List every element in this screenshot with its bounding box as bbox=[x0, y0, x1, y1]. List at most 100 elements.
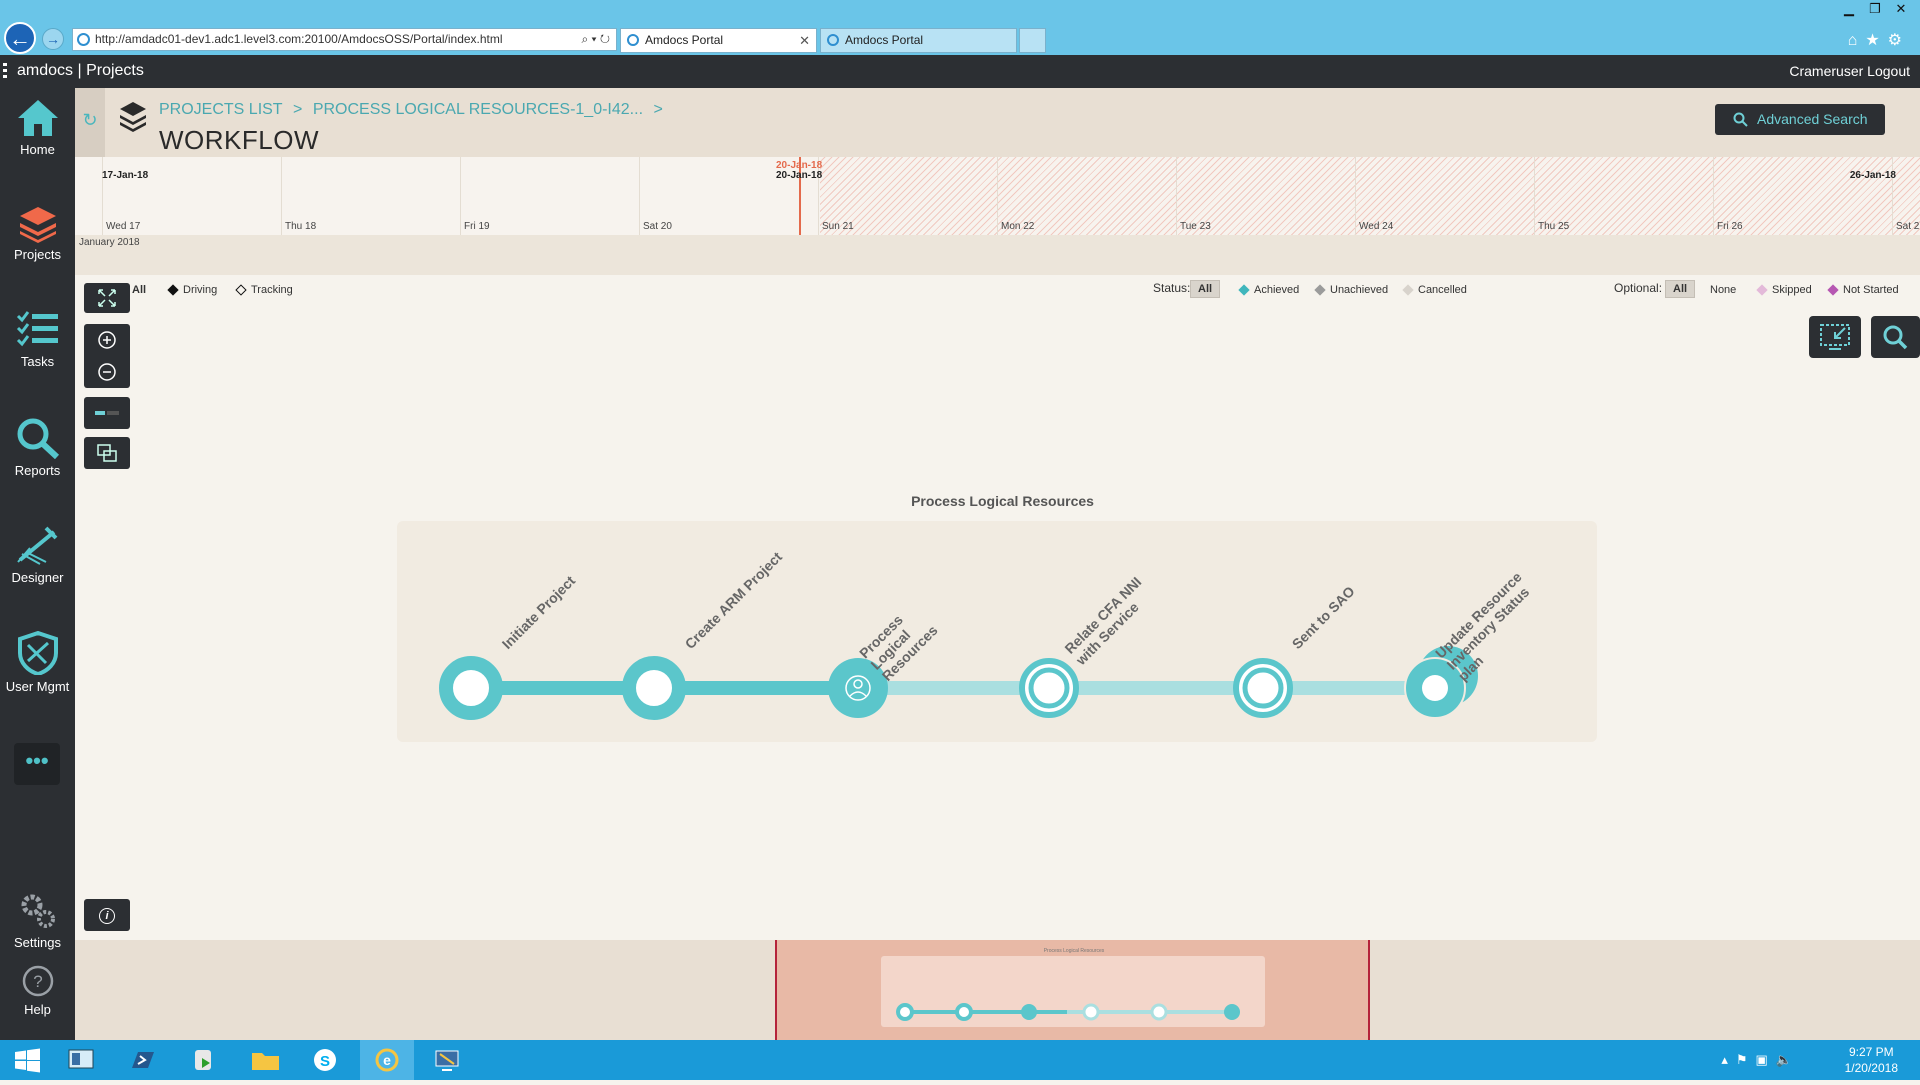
tray-flag-icon[interactable]: ⚑ bbox=[1736, 1052, 1756, 1067]
window-controls: ▁ ❐ ✕ bbox=[1836, 0, 1914, 18]
unachieved-filter[interactable]: Unachieved bbox=[1314, 284, 1388, 296]
driving-filter[interactable]: Driving bbox=[167, 284, 217, 296]
canvas-search-button[interactable] bbox=[1871, 316, 1920, 358]
timeline-day: Tue 23 bbox=[1176, 157, 1355, 235]
breadcrumb-projects-list[interactable]: PROJECTS LIST bbox=[159, 101, 283, 118]
clock-date: 1/20/2018 bbox=[1844, 1061, 1898, 1075]
sidebar-item-user-mgmt[interactable]: User Mgmt bbox=[0, 623, 75, 723]
taskbar-powershell[interactable] bbox=[116, 1040, 170, 1080]
ie-favicon-icon bbox=[627, 34, 639, 46]
breadcrumb-project[interactable]: PROCESS LOGICAL RESOURCES-1_0-I42... bbox=[313, 101, 643, 118]
tray-expand-icon[interactable]: ▴ bbox=[1721, 1052, 1736, 1067]
windows-logo-icon bbox=[15, 1048, 40, 1073]
tracking-diamond-icon bbox=[235, 284, 247, 296]
ie-favicon-icon bbox=[77, 33, 90, 46]
address-bar[interactable]: http://amdadc01-dev1.adc1.level3.com:201… bbox=[72, 28, 617, 51]
browser-tab[interactable]: Amdocs Portal bbox=[820, 28, 1017, 53]
home-icon[interactable]: ⌂ bbox=[1848, 32, 1866, 49]
type-all-filter[interactable]: All bbox=[132, 284, 146, 296]
forward-button[interactable]: → bbox=[42, 28, 64, 50]
sidebar-item-home[interactable]: Home bbox=[0, 90, 75, 190]
workflow-step-initiate-project[interactable] bbox=[439, 656, 503, 720]
back-button[interactable]: ← bbox=[4, 22, 36, 54]
page-header: ↻ PROJECTS LIST > PROCESS LOGICAL RESOUR… bbox=[75, 88, 1920, 157]
achieved-filter[interactable]: Achieved bbox=[1238, 284, 1299, 296]
not-started-filter[interactable]: Not Started bbox=[1827, 284, 1899, 296]
sidebar-item-label: Settings bbox=[14, 935, 61, 950]
tracking-filter[interactable]: Tracking bbox=[235, 284, 293, 296]
minimize-view-button[interactable] bbox=[1809, 316, 1861, 358]
new-tab-button[interactable] bbox=[1019, 28, 1046, 53]
sidebar-item-projects[interactable]: Projects bbox=[0, 195, 75, 295]
workflow-step-relate-cfa-nni[interactable] bbox=[1019, 658, 1079, 718]
svg-text:S: S bbox=[320, 1053, 330, 1070]
app-header: amdocs | Projects Crameruser Logout bbox=[0, 55, 1920, 88]
zoom-out-icon[interactable] bbox=[84, 356, 130, 388]
timeline-month: January 2018 bbox=[79, 237, 140, 248]
refresh-icon[interactable]: ↻ bbox=[75, 88, 105, 157]
sidebar-item-tasks[interactable]: Tasks bbox=[0, 302, 75, 402]
gear-icon[interactable]: ⚙ bbox=[1888, 32, 1910, 49]
timeline[interactable]: Wed 17 Thu 18 Fri 19 Sat 20 Sun 21 Mon 2… bbox=[75, 157, 1920, 235]
address-tools[interactable]: ⌕ ▾ ↻ bbox=[581, 29, 610, 50]
svg-text:?: ? bbox=[33, 972, 42, 991]
taskbar-explorer[interactable] bbox=[238, 1040, 292, 1080]
taskbar-clock[interactable]: 9:27 PM 1/20/2018 bbox=[1845, 1044, 1898, 1076]
close-icon[interactable]: ✕ bbox=[1888, 0, 1914, 18]
taskbar-server-manager[interactable] bbox=[54, 1040, 108, 1080]
status-all-filter[interactable]: All bbox=[1186, 280, 1221, 298]
workflow-step-sent-to-sao[interactable] bbox=[1233, 658, 1293, 718]
menu-grip-icon[interactable] bbox=[3, 63, 7, 81]
system-tray[interactable]: ▴⚑▣🔈 bbox=[1721, 1052, 1800, 1068]
minimap-diagram: Process Logical Resources bbox=[881, 948, 1265, 1027]
timeline-day: Wed 24 bbox=[1355, 157, 1534, 235]
optional-all-filter[interactable]: All bbox=[1661, 280, 1696, 298]
zoom-in-icon[interactable] bbox=[84, 324, 130, 356]
toggle-view-button[interactable] bbox=[84, 397, 130, 429]
network-icon[interactable]: ▣ bbox=[1756, 1052, 1776, 1067]
workflow-step-create-arm-project[interactable] bbox=[622, 656, 686, 720]
folder-icon bbox=[252, 1053, 279, 1070]
optional-none-filter[interactable]: None bbox=[1710, 284, 1736, 296]
minimap-viewport[interactable]: Process Logical Resources bbox=[775, 940, 1370, 1040]
sidebar-item-reports[interactable]: Reports bbox=[0, 409, 75, 509]
user-shield-icon bbox=[17, 631, 58, 675]
taskbar-internet-explorer[interactable]: e bbox=[360, 1040, 414, 1080]
start-button[interactable] bbox=[0, 1040, 54, 1080]
taskbar-database[interactable] bbox=[176, 1040, 230, 1080]
user-logout-link[interactable]: Crameruser Logout bbox=[1789, 63, 1910, 79]
taskbar: S e ▴⚑▣🔈 9:27 PM 1/20/2018 bbox=[0, 1040, 1920, 1080]
skipped-filter[interactable]: Skipped bbox=[1756, 284, 1812, 296]
advanced-search-button[interactable]: Advanced Search bbox=[1715, 104, 1885, 135]
minimap[interactable]: Process Logical Resources bbox=[75, 940, 1920, 1040]
help-question-icon: ? bbox=[22, 965, 53, 997]
gears-icon bbox=[21, 894, 55, 928]
fit-to-screen-button[interactable] bbox=[84, 283, 130, 313]
browser-toolbar-icons[interactable]: ⌂★⚙ bbox=[1848, 30, 1910, 50]
browser-tab-active[interactable]: Amdocs Portal ✕ bbox=[620, 28, 817, 53]
info-icon: i bbox=[99, 908, 115, 924]
copy-layout-button[interactable] bbox=[84, 437, 130, 469]
skipped-diamond-icon bbox=[1756, 284, 1768, 296]
page-title: WORKFLOW bbox=[159, 125, 319, 155]
info-button[interactable]: i bbox=[84, 899, 130, 931]
optional-label: Optional: bbox=[1614, 281, 1663, 295]
breadcrumb-separator: > bbox=[653, 101, 663, 118]
more-button[interactable]: ••• bbox=[14, 743, 60, 785]
sidebar: Home Projects Tasks Reports Designer Use… bbox=[0, 88, 75, 1040]
star-icon[interactable]: ★ bbox=[1865, 32, 1887, 49]
timeline-end-date: 26-Jan-18 bbox=[1849, 170, 1896, 181]
timeline-day: Sat 2 bbox=[1892, 157, 1920, 235]
taskbar-remote-desktop[interactable] bbox=[420, 1040, 474, 1080]
restore-icon[interactable]: ❐ bbox=[1862, 0, 1888, 18]
volume-icon[interactable]: 🔈 bbox=[1776, 1052, 1800, 1067]
sidebar-item-designer[interactable]: Designer bbox=[0, 516, 75, 616]
cancelled-filter[interactable]: Cancelled bbox=[1402, 284, 1467, 296]
tab-close-icon[interactable]: ✕ bbox=[799, 29, 810, 52]
server-manager-icon bbox=[68, 1049, 94, 1069]
taskbar-skype[interactable]: S bbox=[298, 1040, 352, 1080]
fit-screen-icon bbox=[98, 289, 116, 307]
minimize-icon[interactable]: ▁ bbox=[1836, 0, 1862, 18]
search-icon bbox=[1733, 112, 1748, 127]
skype-icon: S bbox=[314, 1049, 336, 1071]
